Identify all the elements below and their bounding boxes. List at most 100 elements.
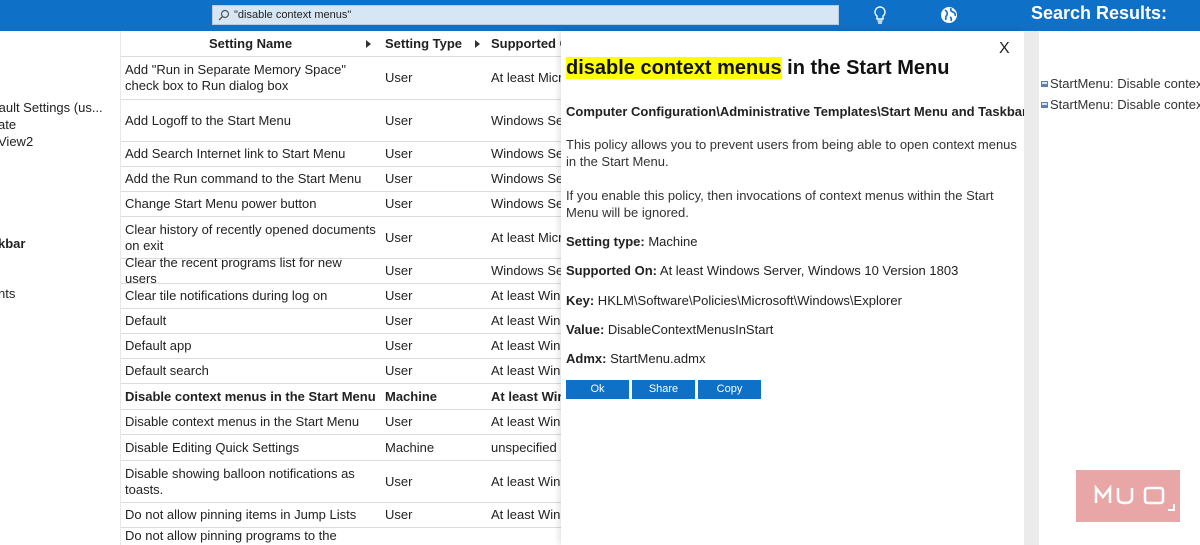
cell-setting-name: Add the Run command to the Start Menu (125, 171, 362, 186)
cell-setting-name: Add Search Internet link to Start Menu (125, 146, 346, 161)
cell-supported-on: At least Winc (491, 507, 561, 522)
column-header-supported-on[interactable]: Supported O (491, 31, 561, 57)
search-input[interactable] (234, 9, 794, 21)
search-result-label: StartMenu: Disable context (1050, 76, 1200, 91)
policy-icon (1041, 101, 1048, 108)
sort-arrow-icon[interactable] (475, 40, 480, 48)
tree-item[interactable]: View2 (0, 134, 33, 149)
cell-supported-on: At least Micro (491, 229, 561, 245)
cell-setting-type: User (385, 146, 413, 161)
supported-on-label: Supported On: (566, 263, 657, 278)
cell-setting-name: Disable Editing Quick Settings (125, 439, 300, 455)
cell-setting-name: Disable showing balloon notifications as… (125, 465, 355, 497)
table-row[interactable]: Add Search Internet link to Start Menu Us… (121, 142, 561, 167)
tree-item[interactable]: nts (0, 286, 15, 301)
table-row[interactable]: Disable Editing Quick Settings Machine uns… (121, 435, 561, 461)
top-bar: Search Results: (0, 0, 1200, 31)
cell-supported-on: At least Winc (491, 414, 561, 429)
cell-setting-type: Machine (385, 439, 435, 455)
cell-supported-on: At least Micro (491, 70, 561, 85)
search-result-item[interactable]: StartMenu: Disable context (1041, 76, 1200, 91)
cell-setting-type: User (385, 70, 413, 85)
cell-supported-on: Windows Ser 2000 (491, 112, 561, 128)
cell-supported-on: Windows Ser (491, 196, 561, 211)
table-row[interactable]: Disable showing balloon notifications as… (121, 461, 561, 503)
table-row[interactable]: Do not allow pinning items in Jump Lists… (121, 503, 561, 528)
column-header-setting-name[interactable]: Setting Name (209, 31, 292, 57)
cell-setting-name: Clear tile notifications during log on (125, 288, 328, 303)
table-row[interactable]: Add "Run in Separate Memory Space" check… (121, 57, 561, 100)
search-results-title: Search Results: (1031, 3, 1168, 23)
search-result-label: StartMenu: Disable context (1050, 97, 1200, 112)
tree-item[interactable]: fault Settings (us... (0, 100, 103, 115)
table-row-selected[interactable]: Disable context menus in the Start Menu M… (121, 384, 561, 410)
cell-setting-name: Disable context menus in the Start Menu (125, 414, 360, 429)
search-box[interactable] (212, 5, 839, 25)
cell-supported-on: At least Winc (491, 313, 561, 328)
cell-supported-on: At least Winc (491, 288, 561, 303)
policy-icon (1041, 80, 1048, 87)
sort-arrow-icon[interactable] (366, 40, 371, 48)
search-results-panel: StartMenu: Disable context StartMenu: Di… (1024, 31, 1200, 545)
cell-setting-type: Machine (385, 388, 438, 404)
search-icon (218, 9, 230, 21)
table-row[interactable]: Default User At least Winc (121, 309, 561, 334)
cell-setting-name: Do not allow pinning programs to the (125, 528, 337, 543)
column-header-setting-type[interactable]: Setting Type (385, 31, 462, 57)
cell-setting-type: User (385, 196, 413, 211)
value-row: Value: DisableContextMenusInStart (566, 322, 773, 337)
table-row[interactable]: Do not allow pinning programs to the (121, 528, 561, 545)
close-button[interactable]: X (999, 40, 1010, 58)
share-button[interactable]: Share (632, 380, 695, 399)
cell-setting-type: User (385, 363, 413, 378)
table-row[interactable]: Change Start Menu power button User Window… (121, 192, 561, 217)
table-row[interactable]: Add the Run command to the Start Menu Use… (121, 167, 561, 192)
results-list: StartMenu: Disable context StartMenu: Di… (1039, 31, 1200, 545)
table-row[interactable]: Default search User At least Winc (121, 359, 561, 384)
cell-supported-on: At least Winc (491, 473, 561, 489)
cell-setting-type: User (385, 112, 413, 128)
admx-label: Admx: (566, 351, 607, 366)
lightbulb-icon[interactable] (869, 4, 891, 26)
copy-button[interactable]: Copy (698, 380, 761, 399)
description-para-2: If you enable this policy, then invocati… (566, 188, 994, 220)
cell-supported-on: Windows Ser (491, 263, 561, 278)
detail-panel: X disable context menus in the Start Men… (561, 31, 1031, 545)
cell-setting-name: Default search (125, 363, 209, 378)
settings-grid: Setting Name Setting Type Supported O Ad… (121, 31, 561, 545)
cell-setting-type: User (385, 338, 413, 353)
detail-title: disable context menus in the Start Menu (566, 57, 949, 80)
cell-setting-type: User (385, 288, 413, 303)
cell-setting-name: Disable context menus in the Start Menu (125, 388, 376, 404)
cell-setting-name: Change Start Menu power button (125, 196, 317, 211)
table-row[interactable]: Clear the recent programs list for new u… (121, 255, 561, 286)
cell-setting-name: Default (125, 313, 167, 328)
table-row[interactable]: Disable context menus in the Start Menu U… (121, 410, 561, 435)
grid-header: Setting Name Setting Type Supported O (121, 31, 561, 57)
cell-setting-name: Do not allow pinning items in Jump Lists (125, 507, 357, 522)
table-row[interactable]: Add Logoff to the Start Menu User Windows … (121, 100, 561, 142)
cell-supported-on: At least Win (491, 388, 561, 404)
description-para-1: This policy allows you to prevent users … (566, 137, 1017, 169)
search-result-item[interactable]: StartMenu: Disable context (1041, 97, 1200, 112)
title-highlight: disable context menus (566, 57, 782, 79)
table-row[interactable]: Clear history of recently opened documen… (121, 217, 561, 259)
ok-button[interactable]: Ok (566, 380, 629, 399)
cell-supported-on: Windows Ser (491, 146, 561, 161)
tree-item-taskbar[interactable]: kbar (0, 236, 25, 251)
cell-setting-name: Clear the recent programs list for new u… (125, 255, 342, 286)
setting-type-label: Setting type: (566, 234, 645, 249)
table-row[interactable]: Clear tile notifications during log on Us… (121, 284, 561, 309)
setting-type-row: Setting type: Machine (566, 234, 697, 249)
cell-setting-type: User (385, 171, 413, 186)
cell-setting-type: User (385, 313, 413, 328)
key-row: Key: HKLM\Software\Policies\Microsoft\Wi… (566, 293, 902, 308)
cell-setting-type: User (385, 414, 413, 429)
globe-icon[interactable] (938, 4, 960, 26)
cell-setting-name: Clear history of recently opened documen… (125, 221, 376, 253)
cell-supported-on: At least Winc (491, 338, 561, 353)
cell-supported-on: unspecified (491, 439, 557, 455)
table-row[interactable]: Default app User At least Winc (121, 334, 561, 359)
tree-item[interactable]: ate (0, 117, 16, 132)
cell-supported-on (491, 528, 561, 545)
